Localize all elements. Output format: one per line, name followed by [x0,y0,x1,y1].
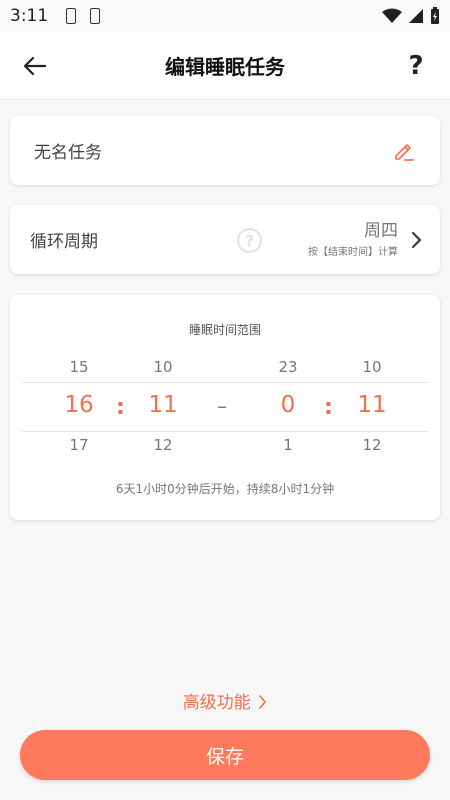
chevron-right-icon [259,695,267,709]
end-time-separator: : [324,395,333,420]
start-minute-prev: 10 [153,358,173,376]
page-title: 编辑睡眠任务 [165,55,285,79]
notification-icons [66,8,101,24]
chevron-right-icon [412,231,421,248]
start-hour-prev: 15 [69,358,89,376]
start-minute-picker[interactable]: 10 11 12 [133,358,193,454]
help-button[interactable]: ? [400,48,432,84]
start-hour-selected: 16 [64,392,94,418]
end-hour-prev: 23 [278,358,298,376]
range-dash: – [217,394,227,418]
start-minute-next: 12 [153,436,173,454]
wifi-icon [382,8,402,23]
status-bar: 3:11 [0,0,450,32]
advanced-features-link[interactable]: 高级功能 [0,688,450,713]
sleep-time-range-card: 睡眠时间范围 15 16 17 : 10 11 12 – 23 0 1 : 10… [10,295,440,520]
end-minute-picker[interactable]: 10 11 12 [342,358,402,454]
end-hour-next: 1 [283,436,293,454]
task-name-text: 无名任务 [34,143,102,163]
task-name-card[interactable]: 无名任务 [10,116,440,185]
cycle-value-group: 周四 按【结束时间】计算 [308,221,422,258]
start-hour-picker[interactable]: 15 16 17 [49,358,109,454]
end-hour-selected: 0 [280,392,296,418]
range-info-text: 6天1小时0分钟后开始，持续8小时1分钟 [115,482,335,496]
end-minute-selected: 11 [357,392,387,418]
end-minute-prev: 10 [362,358,382,376]
cycle-label: 循环周期 [30,232,98,252]
signal-icon [409,9,423,23]
phone-notification-icon [90,8,101,24]
end-hour-picker[interactable]: 23 0 1 [258,358,318,454]
cycle-values: 周四 按【结束时间】计算 [308,221,398,258]
phone-notification-icon [66,8,77,24]
start-hour-next: 17 [69,436,89,454]
start-minute-selected: 11 [148,392,178,418]
save-button[interactable]: 保存 [20,730,430,780]
advanced-features-label: 高级功能 [182,693,251,713]
status-right-icons [382,7,440,25]
status-time: 3:11 [10,6,49,26]
edit-pencil-icon[interactable] [392,139,416,163]
start-time-separator: : [116,395,125,420]
end-minute-next: 12 [362,436,382,454]
cycle-card[interactable]: 循环周期 ? 周四 按【结束时间】计算 [10,205,440,274]
cycle-day: 周四 [364,221,398,241]
question-circle-icon[interactable]: ? [237,228,262,253]
arrow-left-icon [23,56,47,76]
cycle-note: 按【结束时间】计算 [308,247,398,258]
app-bar: 编辑睡眠任务 ? [0,32,450,100]
back-button[interactable] [20,51,50,81]
battery-icon [431,7,439,24]
time-range-title: 睡眠时间范围 [188,323,261,337]
